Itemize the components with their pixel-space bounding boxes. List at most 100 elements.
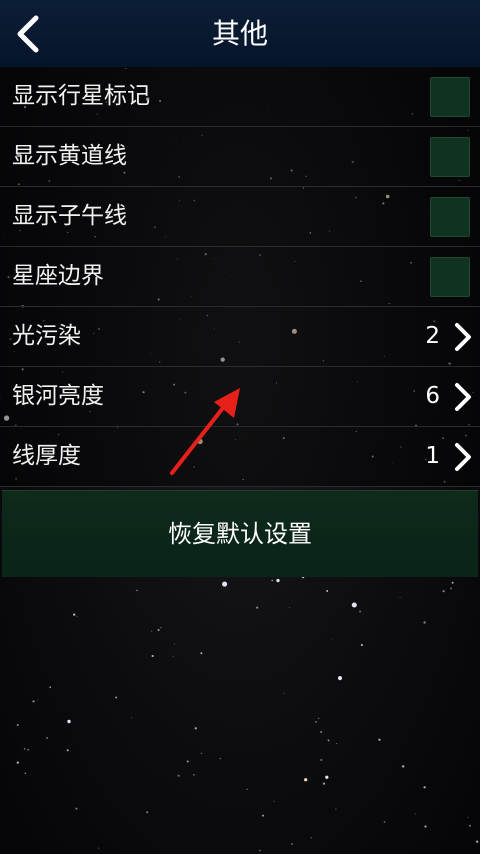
- star: [326, 590, 329, 592]
- star: [76, 615, 78, 617]
- star: [351, 602, 357, 608]
- chevron-left-icon: [17, 15, 39, 53]
- star: [450, 587, 452, 590]
- star: [32, 700, 35, 703]
- star: [325, 775, 329, 779]
- title-bar: 其他: [0, 0, 480, 68]
- star: [75, 807, 78, 810]
- star: [336, 743, 338, 745]
- star: [73, 613, 76, 616]
- star: [318, 717, 320, 720]
- star: [173, 643, 175, 645]
- star: [115, 696, 118, 699]
- star: [399, 596, 401, 598]
- star: [476, 840, 479, 843]
- constellation-boundaries-checkbox[interactable]: [430, 257, 470, 297]
- star: [222, 581, 228, 587]
- page-title: 其他: [211, 17, 268, 50]
- chevron-right-icon: [455, 443, 471, 471]
- star: [271, 579, 274, 582]
- star: [283, 692, 285, 694]
- star: [327, 739, 330, 742]
- setting-label: 显示子午线: [12, 203, 127, 229]
- star: [360, 643, 363, 647]
- star: [200, 752, 203, 755]
- star: [451, 581, 454, 584]
- star: [131, 717, 133, 719]
- setting-value: 2: [425, 323, 440, 349]
- star: [66, 749, 69, 752]
- setting-label: 线厚度: [12, 443, 81, 469]
- setting-row-line-thickness[interactable]: 线厚度 1: [0, 427, 480, 487]
- star: [36, 699, 38, 701]
- star: [383, 821, 386, 823]
- star: [320, 758, 323, 762]
- star: [402, 765, 405, 768]
- setting-row-constellation-boundaries[interactable]: 星座边界: [0, 247, 480, 307]
- setting-label: 光污染: [12, 323, 81, 349]
- star: [259, 849, 261, 852]
- star: [177, 774, 180, 777]
- chevron-right-icon: [455, 323, 471, 351]
- planet-markers-checkbox[interactable]: [430, 77, 470, 117]
- star: [160, 626, 162, 629]
- settings-list: 显示行星标记 显示黄道线 显示子午线 星座边界 光污染 2 银河亮度 6 线厚度…: [0, 67, 480, 487]
- meridian-checkbox[interactable]: [430, 197, 470, 237]
- star: [46, 737, 48, 739]
- star: [261, 814, 265, 817]
- setting-row-planet-markers[interactable]: 显示行星标记: [0, 67, 480, 127]
- setting-value: 6: [425, 383, 440, 409]
- star: [256, 606, 259, 609]
- setting-label: 显示行星标记: [12, 83, 150, 109]
- star: [442, 590, 445, 593]
- star: [276, 578, 280, 583]
- star: [146, 811, 149, 814]
- star: [290, 842, 293, 846]
- star: [378, 738, 381, 741]
- setting-label: 银河亮度: [12, 383, 104, 409]
- star: [424, 825, 427, 828]
- setting-row-meridian[interactable]: 显示子午线: [0, 187, 480, 247]
- star: [136, 589, 138, 592]
- star: [193, 773, 195, 776]
- star: [24, 772, 27, 775]
- star: [469, 824, 471, 827]
- star: [27, 748, 29, 751]
- star: [337, 676, 343, 681]
- app-screen: 其他 显示行星标记 显示黄道线 显示子午线 星座边界 光污染 2 银河亮度 6 …: [0, 0, 480, 854]
- star: [200, 652, 203, 655]
- star: [423, 621, 426, 624]
- chevron-right-icon: [455, 383, 471, 411]
- star: [151, 654, 154, 658]
- star: [310, 836, 313, 839]
- star: [219, 757, 221, 760]
- star: [16, 761, 19, 764]
- restore-defaults-button[interactable]: 恢复默认设置: [2, 490, 478, 577]
- star: [289, 607, 291, 609]
- star: [23, 748, 26, 750]
- star: [331, 638, 333, 640]
- setting-label: 星座边界: [12, 263, 104, 289]
- star: [315, 721, 317, 723]
- setting-value: 1: [425, 443, 440, 469]
- back-button[interactable]: [4, 6, 54, 62]
- setting-row-milky-way-brightness[interactable]: 银河亮度 6: [0, 367, 480, 427]
- star: [320, 731, 323, 734]
- star: [414, 813, 416, 815]
- star: [186, 760, 189, 763]
- star: [467, 817, 469, 818]
- star: [49, 686, 51, 688]
- setting-row-ecliptic-line[interactable]: 显示黄道线: [0, 127, 480, 187]
- star: [273, 800, 275, 802]
- star: [97, 847, 100, 850]
- star: [157, 629, 160, 631]
- setting-row-light-pollution[interactable]: 光污染 2: [0, 307, 480, 367]
- star: [16, 723, 19, 727]
- star: [67, 719, 71, 724]
- ecliptic-line-checkbox[interactable]: [430, 137, 470, 177]
- star: [172, 655, 174, 657]
- setting-label: 显示黄道线: [12, 143, 127, 169]
- star: [304, 778, 308, 782]
- star: [150, 630, 153, 632]
- star: [246, 788, 248, 791]
